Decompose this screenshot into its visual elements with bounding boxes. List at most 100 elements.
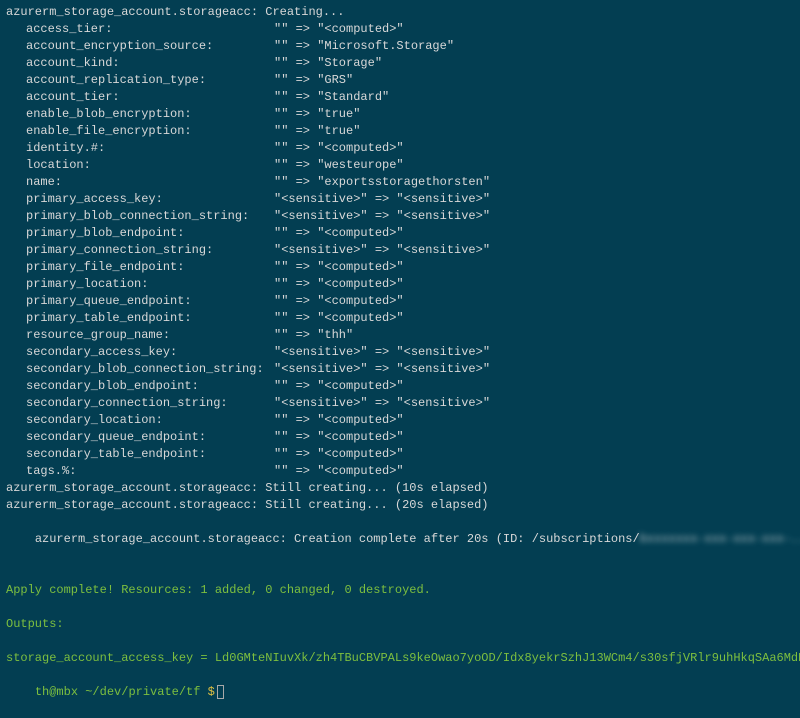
attribute-row: primary_blob_endpoint:"" => "<computed>" [6,225,794,242]
attribute-row: account_kind:"" => "Storage" [6,55,794,72]
attribute-key: primary_location: [26,276,274,293]
cursor-icon [217,685,224,699]
attribute-key: secondary_blob_endpoint: [26,378,274,395]
attribute-row: enable_blob_encryption:"" => "true" [6,106,794,123]
resource-creating-header: azurerm_storage_account.storageacc: Crea… [6,4,794,21]
attribute-value: "" => "GRS" [274,73,353,87]
attribute-row: secondary_connection_string:"<sensitive>… [6,395,794,412]
progress-line: azurerm_storage_account.storageacc: Stil… [6,480,794,497]
attribute-value: "" => "<computed>" [274,22,404,36]
progress-lines: azurerm_storage_account.storageacc: Stil… [6,480,794,514]
attribute-key: primary_blob_endpoint: [26,225,274,242]
attribute-key: tags.%: [26,463,274,480]
apply-complete: Apply complete! Resources: 1 added, 0 ch… [6,582,794,599]
attribute-row: access_tier:"" => "<computed>" [6,21,794,38]
attribute-row: secondary_blob_connection_string:"<sensi… [6,361,794,378]
blank-line [6,633,794,650]
progress-line: azurerm_storage_account.storageacc: Stil… [6,497,794,514]
attribute-key: secondary_access_key: [26,344,274,361]
shell-prompt[interactable]: th@mbx ~/dev/private/tf $ [6,667,794,718]
attribute-list: access_tier:"" => "<computed>"account_en… [6,21,794,480]
attribute-key: account_encryption_source: [26,38,274,55]
attribute-key: primary_access_key: [26,191,274,208]
attribute-value: "<sensitive>" => "<sensitive>" [274,345,490,359]
attribute-value: "" => "<computed>" [274,311,404,325]
attribute-value: "" => "westeurope" [274,158,404,172]
attribute-row: primary_connection_string:"<sensitive>" … [6,242,794,259]
attribute-key: account_tier: [26,89,274,106]
attribute-value: "" => "<computed>" [274,379,404,393]
attribute-value: "<sensitive>" => "<sensitive>" [274,209,490,223]
attribute-row: primary_access_key:"<sensitive>" => "<se… [6,191,794,208]
terminal-output: azurerm_storage_account.storageacc: Crea… [6,4,794,718]
attribute-value: "" => "<computed>" [274,413,404,427]
prompt-user-host: th@mbx [35,685,78,699]
attribute-key: secondary_connection_string: [26,395,274,412]
attribute-row: resource_group_name:"" => "thh" [6,327,794,344]
attribute-key: resource_group_name: [26,327,274,344]
attribute-value: "<sensitive>" => "<sensitive>" [274,362,490,376]
attribute-row: name:"" => "exportsstoragethorsten" [6,174,794,191]
attribute-value: "" => "<computed>" [274,447,404,461]
attribute-key: identity.#: [26,140,274,157]
attribute-key: account_replication_type: [26,72,274,89]
attribute-key: secondary_queue_endpoint: [26,429,274,446]
attribute-row: account_encryption_source:"" => "Microso… [6,38,794,55]
attribute-key: primary_file_endpoint: [26,259,274,276]
attribute-row: primary_file_endpoint:"" => "<computed>" [6,259,794,276]
attribute-row: account_tier:"" => "Standard" [6,89,794,106]
prompt-symbol: $ [208,685,215,699]
attribute-row: primary_queue_endpoint:"" => "<computed>… [6,293,794,310]
attribute-row: secondary_location:"" => "<computed>" [6,412,794,429]
prompt-path: ~/dev/private/tf [85,685,200,699]
attribute-value: "" => "<computed>" [274,430,404,444]
attribute-key: primary_blob_connection_string: [26,208,274,225]
attribute-key: enable_file_encryption: [26,123,274,140]
attribute-value: "<sensitive>" => "<sensitive>" [274,396,490,410]
completion-prefix: azurerm_storage_account.storageacc: Crea… [35,532,640,546]
attribute-key: location: [26,157,274,174]
creation-complete-line: azurerm_storage_account.storageacc: Crea… [6,514,794,565]
attribute-row: primary_location:"" => "<computed>" [6,276,794,293]
attribute-value: "" => "Standard" [274,90,389,104]
attribute-row: secondary_table_endpoint:"" => "<compute… [6,446,794,463]
attribute-key: secondary_blob_connection_string: [26,361,274,378]
attribute-value: "" => "thh" [274,328,353,342]
attribute-row: location:"" => "westeurope" [6,157,794,174]
attribute-value: "" => "true" [274,124,360,138]
attribute-value: "" => "<computed>" [274,226,404,240]
attribute-row: enable_file_encryption:"" => "true" [6,123,794,140]
attribute-key: enable_blob_encryption: [26,106,274,123]
attribute-value: "" => "<computed>" [274,277,404,291]
attribute-value: "<sensitive>" => "<sensitive>" [274,192,490,206]
attribute-key: secondary_table_endpoint: [26,446,274,463]
attribute-row: secondary_blob_endpoint:"" => "<computed… [6,378,794,395]
attribute-value: "" => "<computed>" [274,141,404,155]
attribute-key: primary_queue_endpoint: [26,293,274,310]
attribute-value: "" => "<computed>" [274,464,404,478]
output-access-key: storage_account_access_key = Ld0GMteNIuv… [6,650,794,667]
outputs-header: Outputs: [6,616,794,633]
blank-line [6,565,794,582]
attribute-value: "<sensitive>" => "<sensitive>" [274,243,490,257]
attribute-row: primary_blob_connection_string:"<sensiti… [6,208,794,225]
attribute-key: account_kind: [26,55,274,72]
attribute-key: secondary_location: [26,412,274,429]
attribute-key: access_tier: [26,21,274,38]
attribute-row: account_replication_type:"" => "GRS" [6,72,794,89]
attribute-value: "" => "true" [274,107,360,121]
attribute-value: "" => "<computed>" [274,260,404,274]
attribute-value: "" => "Microsoft.Storage" [274,39,454,53]
attribute-key: name: [26,174,274,191]
attribute-value: "" => "exportsstoragethorsten" [274,175,490,189]
attribute-row: secondary_queue_endpoint:"" => "<compute… [6,429,794,446]
attribute-value: "" => "Storage" [274,56,382,70]
blank-line [6,599,794,616]
completion-id-blurred: bxxxxxxx-xxx-xxx-xxx-... [640,532,800,546]
attribute-key: primary_table_endpoint: [26,310,274,327]
attribute-row: secondary_access_key:"<sensitive>" => "<… [6,344,794,361]
attribute-key: primary_connection_string: [26,242,274,259]
attribute-row: tags.%:"" => "<computed>" [6,463,794,480]
attribute-row: primary_table_endpoint:"" => "<computed>… [6,310,794,327]
attribute-row: identity.#:"" => "<computed>" [6,140,794,157]
